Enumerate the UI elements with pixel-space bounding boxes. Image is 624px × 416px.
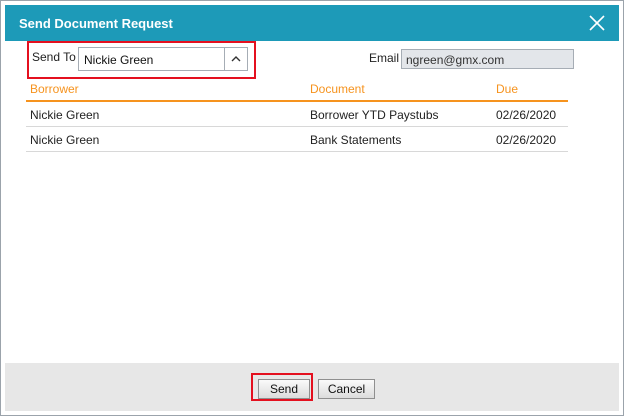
document-table: Borrower Document Due Nickie Green Borro… [26, 77, 568, 152]
borrower-cell: Nickie Green [30, 133, 100, 147]
column-header-due[interactable]: Due [496, 82, 518, 96]
email-field: ngreen@gmx.com [401, 49, 574, 69]
send-button[interactable]: Send [258, 379, 310, 399]
close-icon[interactable] [587, 13, 607, 33]
table-row[interactable]: Nickie Green Borrower YTD Paystubs 02/26… [26, 102, 568, 127]
column-header-document[interactable]: Document [310, 82, 365, 96]
send-to-dropdown[interactable]: Nickie Green [78, 47, 248, 71]
table-row[interactable]: Nickie Green Bank Statements 02/26/2020 [26, 127, 568, 152]
chevron-up-icon[interactable] [224, 48, 247, 70]
dialog-title-bar: Send Document Request [5, 5, 619, 41]
send-to-label: Send To [32, 50, 76, 64]
due-cell: 02/26/2020 [496, 108, 557, 122]
send-to-value: Nickie Green [84, 53, 154, 67]
dialog-title: Send Document Request [19, 16, 173, 31]
send-document-request-dialog: Send Document Request Send To Nickie Gre… [0, 0, 624, 416]
borrower-cell: Nickie Green [30, 108, 100, 122]
document-cell: Bank Statements [310, 133, 402, 147]
email-value: ngreen@gmx.com [406, 53, 505, 67]
email-label: Email [369, 51, 400, 65]
table-header: Borrower Document Due [26, 77, 568, 102]
column-header-borrower[interactable]: Borrower [30, 82, 79, 96]
document-cell: Borrower YTD Paystubs [310, 108, 439, 122]
cancel-button[interactable]: Cancel [318, 379, 375, 399]
dialog-footer: Send Cancel [5, 363, 619, 411]
due-cell: 02/26/2020 [496, 133, 557, 147]
